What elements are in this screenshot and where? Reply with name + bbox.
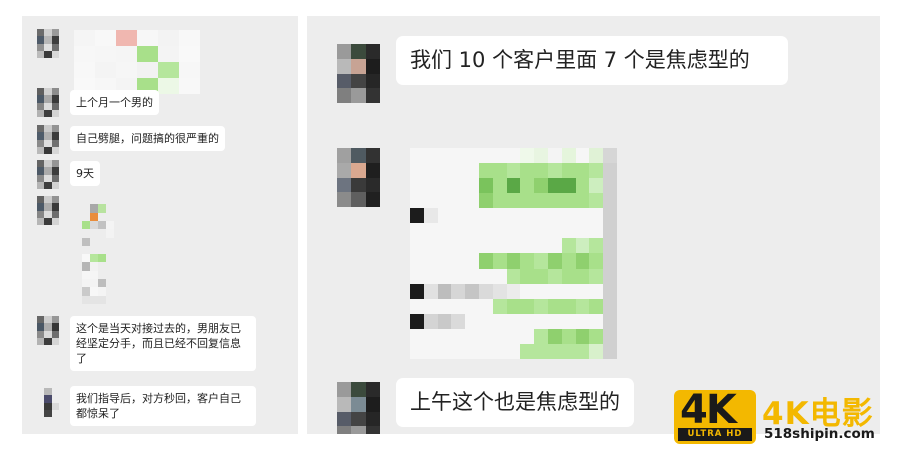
message-bubble: 这个是当天对接过去的，男朋友已经坚定分手，而且已经不回复信息了 (70, 316, 256, 371)
avatar[interactable] (37, 29, 59, 58)
avatar[interactable] (37, 316, 59, 345)
message-bubble: 9天 (70, 161, 100, 186)
pixelated-image-message[interactable] (74, 30, 200, 94)
message-bubble: 上午这个也是焦虑型的 (396, 378, 634, 427)
message-text: 9天 (76, 167, 94, 180)
avatar[interactable] (37, 160, 59, 189)
avatar[interactable] (37, 388, 59, 417)
message-text: 上个月一个男的 (76, 96, 153, 109)
watermark-logo: 4K ULTRA HD 4K电影 518shipin.com (670, 387, 900, 448)
badge-text: 4K (680, 387, 737, 433)
avatar[interactable] (37, 88, 59, 117)
message-bubble: 我们 10 个客户里面 7 个是焦虑型的 (396, 36, 788, 85)
avatar[interactable] (37, 125, 59, 154)
message-text: 自己劈腿，问题搞的很严重的 (76, 132, 219, 145)
avatar[interactable] (37, 196, 59, 225)
avatar[interactable] (337, 382, 380, 434)
message-text: 这个是当天对接过去的，男朋友已经坚定分手，而且已经不回复信息了 (76, 322, 241, 365)
4k-badge: 4K ULTRA HD (674, 387, 756, 444)
message-bubble: 我们指导后，对方秒回，客户自己都惊呆了 (70, 386, 256, 426)
site-url: 518shipin.com (764, 426, 875, 442)
right-chat-panel: 我们 10 个客户里面 7 个是焦虑型的 上午这个也是焦虑型的 (307, 16, 880, 434)
avatar[interactable] (337, 44, 380, 103)
pixelated-image-message[interactable] (74, 196, 122, 304)
message-text: 我们 10 个客户里面 7 个是焦虑型的 (410, 48, 750, 72)
message-bubble: 自己劈腿，问题搞的很严重的 (70, 126, 225, 151)
pixelated-image-message[interactable] (410, 148, 617, 359)
left-chat-panel: 上个月一个男的 自己劈腿，问题搞的很严重的 9天 这个是当天对接过去的，男朋友已… (22, 16, 298, 434)
message-bubble: 上个月一个男的 (70, 90, 159, 115)
message-text: 我们指导后，对方秒回，客户自己都惊呆了 (76, 392, 241, 420)
avatar[interactable] (337, 148, 380, 207)
badge-subtext: ULTRA HD (678, 428, 752, 441)
message-text: 上午这个也是焦虑型的 (410, 390, 620, 414)
